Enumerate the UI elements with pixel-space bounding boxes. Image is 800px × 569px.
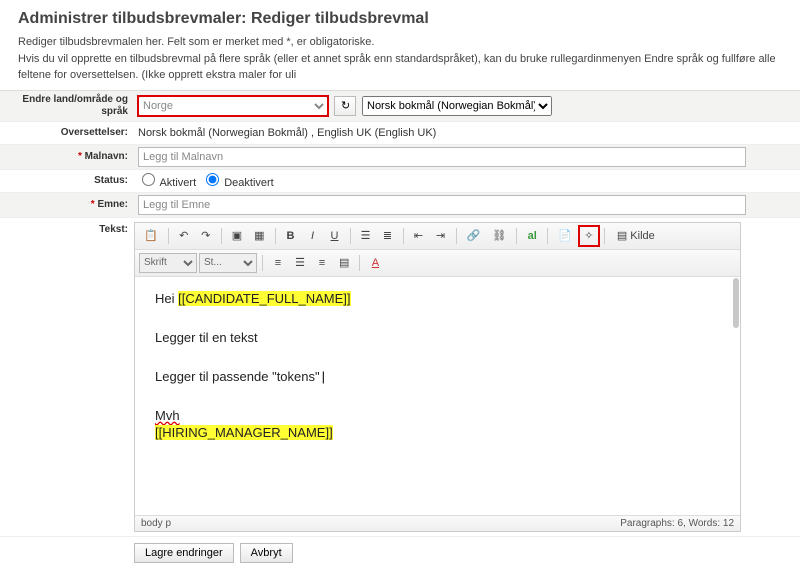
editor-toolbar-row1: 📋 ↶ ↷ ▣ ▦ B I U ☰ ≣ ⇤ ⇥ [135,223,740,250]
malname-input[interactable] [138,147,746,167]
scrollbar[interactable] [733,278,739,328]
table-icon[interactable]: ▦ [249,226,269,246]
language-select[interactable]: Norsk bokmål (Norwegian Bokmål) [362,96,552,116]
token-candidate: [[CANDIDATE_FULL_NAME]] [178,291,350,306]
row-malname: * Malnavn: [0,145,800,170]
body-line-2: Legger til en tekst [155,330,720,345]
label-subject: * Emne: [0,196,134,214]
indent-icon[interactable]: ⇥ [431,226,451,246]
align-right-icon[interactable]: ≡ [312,253,332,273]
body-line-4: Mvh [155,408,720,423]
image-icon[interactable]: ▣ [227,226,247,246]
underline-icon[interactable]: U [325,226,345,246]
link-icon[interactable]: 🔗 [462,226,486,246]
source-icon: ▤ [617,229,627,242]
label-translations: Oversettelser: [0,124,134,142]
body-line-5: [[HIRING_MANAGER_NAME]] [155,425,720,440]
status-activated-option[interactable]: Aktivert [138,173,196,189]
cancel-button[interactable]: Avbryt [240,543,293,563]
intro-text: Rediger tilbudsbrevmalen her. Felt som e… [0,34,800,90]
redo-icon[interactable]: ↷ [196,226,216,246]
save-button[interactable]: Lagre endringer [134,543,234,563]
refresh-language-button[interactable]: ↻ [334,96,356,116]
label-text: Tekst: [0,218,134,239]
page-title: Administrer tilbudsbrevmaler: Rediger ti… [0,0,800,34]
body-line-3: Legger til passende "tokens" [155,369,720,384]
paste-icon[interactable]: 📋 [139,226,163,246]
row-status: Status: Aktivert Deaktivert [0,170,800,193]
label-country: Endre land/område og språk [0,91,134,121]
numbered-list-icon[interactable]: ☰ [356,226,376,246]
row-translations: Oversettelser: Norsk bokmål (Norwegian B… [0,122,800,145]
country-select[interactable]: Norge [138,96,328,116]
source-button[interactable]: ▤ Kilde [610,226,662,246]
translations-value: Norsk bokmål (Norwegian Bokmål) , Englis… [134,125,800,141]
statusbar-path: body p [141,518,171,529]
label-malname: * Malnavn: [0,148,134,166]
footer-buttons: Lagre endringer Avbryt [0,537,800,569]
intro-line-1: Rediger tilbudsbrevmalen her. Felt som e… [18,34,782,51]
token-note-icon[interactable]: 📄 [553,226,577,246]
form-area: Endre land/område og språk Norge ↻ Norsk… [0,90,800,537]
italic-icon[interactable]: I [303,226,323,246]
row-subject: * Emne: [0,193,800,218]
status-deactivated-radio[interactable] [206,173,219,186]
bold-icon[interactable]: B [281,226,301,246]
status-deactivated-option[interactable]: Deaktivert [202,173,274,189]
text-color-icon[interactable]: A [365,253,385,273]
editor-content[interactable]: Hei [[CANDIDATE_FULL_NAME]] Legger til e… [135,277,740,515]
spellcheck-icon[interactable]: al [522,226,542,246]
label-status: Status: [0,172,134,190]
editor-toolbar-row2: Skrift St... ≡ ☰ ≡ ▤ A [135,250,740,277]
subject-input[interactable] [138,195,746,215]
rich-text-editor: 📋 ↶ ↷ ▣ ▦ B I U ☰ ≣ ⇤ ⇥ [134,222,741,532]
status-activated-radio[interactable] [142,173,155,186]
row-text: Tekst: 📋 ↶ ↷ ▣ ▦ B I U ☰ ≣ [0,218,800,537]
outdent-icon[interactable]: ⇤ [409,226,429,246]
unlink-icon[interactable]: ⛓ [487,226,511,246]
statusbar-stats: Paragraphs: 6, Words: 12 [620,518,734,529]
undo-icon[interactable]: ↶ [174,226,194,246]
font-family-select[interactable]: Skrift [139,253,197,273]
align-center-icon[interactable]: ☰ [290,253,310,273]
body-line-1: Hei [[CANDIDATE_FULL_NAME]] [155,291,720,306]
row-country: Endre land/område og språk Norge ↻ Norsk… [0,91,800,122]
token-manager: [[HIRING_MANAGER_NAME]] [155,425,333,440]
insert-token-icon[interactable]: ✧ [579,226,599,246]
align-left-icon[interactable]: ≡ [268,253,288,273]
align-justify-icon[interactable]: ▤ [334,253,354,273]
font-size-select[interactable]: St... [199,253,257,273]
bulleted-list-icon[interactable]: ≣ [378,226,398,246]
editor-statusbar: body p Paragraphs: 6, Words: 12 [135,515,740,531]
intro-line-2: Hvis du vil opprette en tilbudsbrevmal p… [18,51,782,84]
